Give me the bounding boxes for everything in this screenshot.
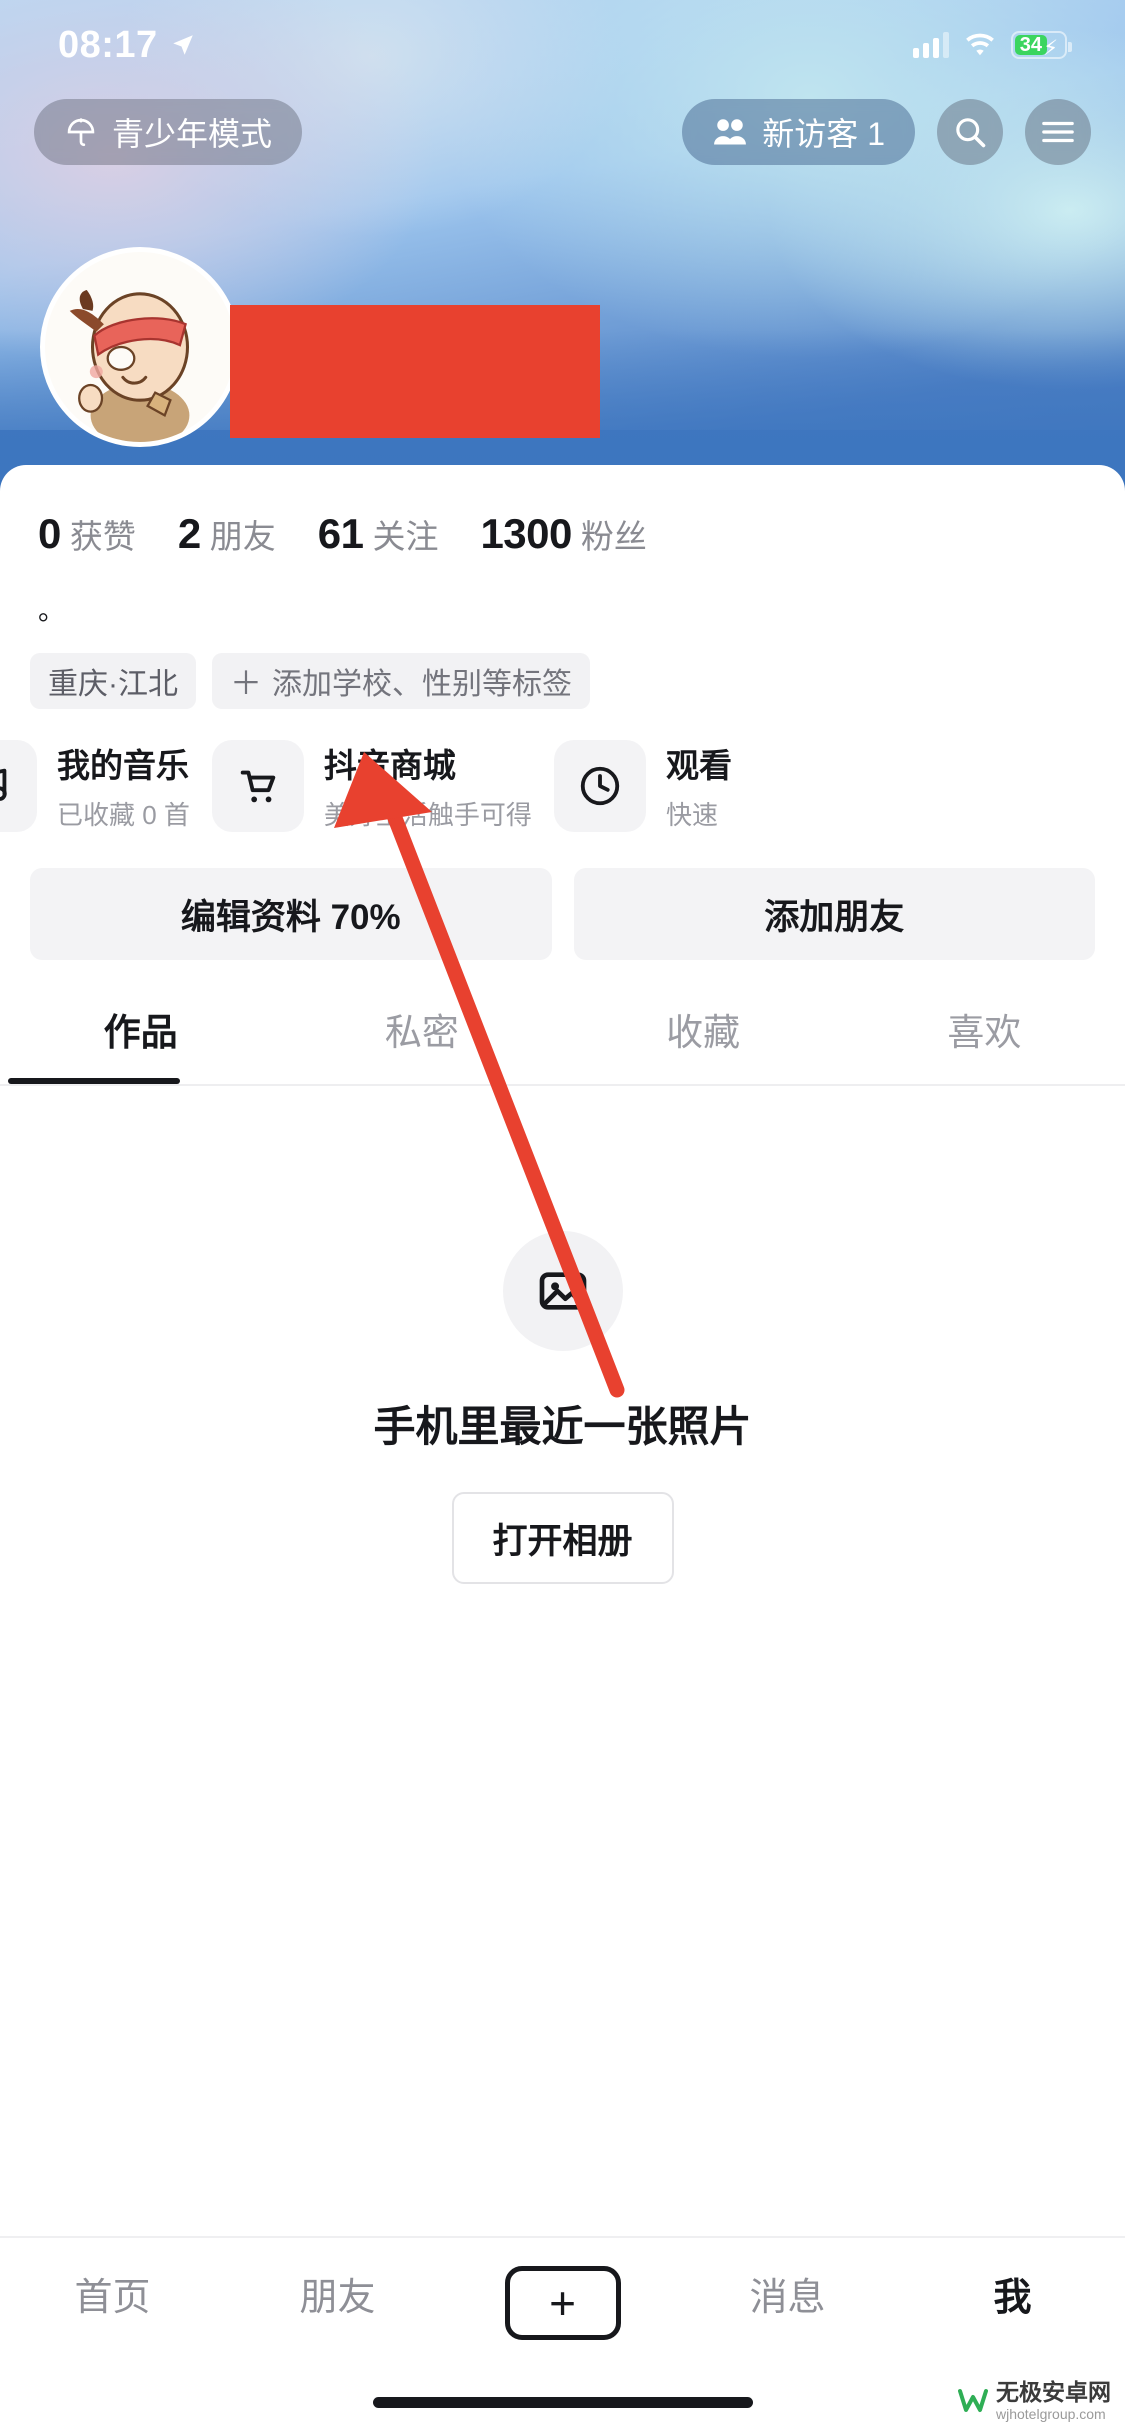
user-avatar-cartoon [45, 252, 235, 442]
stat-following-value: 61 [317, 510, 364, 557]
two-people-icon [714, 119, 747, 145]
stat-friends-value: 2 [177, 510, 201, 557]
stat-friends-label: 朋友 [209, 518, 276, 555]
teen-mode-button[interactable]: 青少年模式 [34, 99, 303, 165]
cellular-bars-icon [913, 32, 949, 58]
nav-item-create[interactable]: + [450, 2266, 675, 2340]
nav-item-home[interactable]: 首页 [0, 2266, 225, 2321]
empty-state-title: 手机里最近一张照片 [373, 1403, 752, 1450]
stat-likes[interactable]: 0 获赞 [38, 510, 136, 558]
watermark-logo-icon [958, 2388, 988, 2412]
shopping-cart-icon [211, 739, 304, 832]
status-bar: 08:17 34 ⚡ [0, 0, 1125, 90]
new-visitor-button[interactable]: 新访客 1 [682, 99, 915, 165]
profile-content-sheet: 0 获赞 2 朋友 61 关注 1300 粉丝 。 重庆·江北 ＋ 添加学校、性… [0, 465, 1125, 2436]
clock-icon [553, 739, 646, 832]
nav-item-messages[interactable]: 消息 [675, 2266, 900, 2321]
top-action-bar: 青少年模式 新访客 1 [0, 96, 1125, 168]
stat-likes-label: 获赞 [69, 518, 136, 555]
status-time: 08:17 [58, 23, 158, 66]
username-redacted-block [230, 305, 600, 438]
hamburger-menu-icon [1042, 121, 1074, 143]
new-visitor-label: 新访客 1 [762, 116, 885, 152]
watermark-site-name: 无极安卓网 [996, 2379, 1111, 2406]
card-watch-history[interactable]: 观看 快速 [553, 739, 732, 832]
content-tabs: 作品 私密 收藏 喜欢 [0, 1002, 1125, 1084]
tag-location-label: 重庆·江北 [48, 668, 178, 701]
tag-location[interactable]: 重庆·江北 [30, 653, 196, 709]
card-douyin-mall-title: 抖音商城 [323, 747, 456, 784]
music-note-icon [0, 739, 37, 832]
watermark-site-url: wjhotelgroup.com [996, 2405, 1106, 2422]
active-tab-underline [8, 1078, 180, 1084]
tab-private[interactable]: 私密 [281, 1002, 562, 1084]
profile-stats-row: 0 获赞 2 朋友 61 关注 1300 粉丝 [0, 465, 1125, 558]
profile-tags-row: 重庆·江北 ＋ 添加学校、性别等标签 [0, 625, 1125, 709]
tab-works[interactable]: 作品 [0, 1002, 281, 1084]
card-douyin-mall[interactable]: 抖音商城 美好生活触手可得 [211, 739, 532, 832]
nav-item-friends[interactable]: 朋友 [225, 2266, 450, 2321]
stat-followers-value: 1300 [480, 510, 572, 557]
location-arrow-icon [172, 35, 193, 55]
tab-likes[interactable]: 喜欢 [844, 1002, 1125, 1084]
search-icon [956, 118, 986, 148]
tag-add-info[interactable]: ＋ 添加学校、性别等标签 [212, 653, 591, 709]
umbrella-icon [67, 118, 95, 147]
battery-icon: 34 ⚡ [1011, 31, 1072, 60]
teen-mode-label: 青少年模式 [112, 116, 273, 152]
open-album-button[interactable]: 打开相册 [451, 1492, 674, 1584]
stat-friends[interactable]: 2 朋友 [178, 510, 276, 558]
photo-image-icon [502, 1231, 623, 1351]
feature-cards-row[interactable]: 我的音乐 已收藏 0 首 抖音商城 美好生活触手可得 观看 快速 [0, 709, 1125, 832]
edit-profile-button[interactable]: 编辑资料 70% [30, 868, 552, 960]
stat-following-label: 关注 [372, 518, 439, 555]
status-bar-left: 08:17 [58, 24, 196, 67]
empty-state: 手机里最近一张照片 打开相册 [0, 1086, 1125, 1584]
add-friend-button[interactable]: 添加朋友 [573, 868, 1095, 960]
home-indicator [372, 2397, 753, 2408]
charging-bolt-icon: ⚡ [1043, 37, 1058, 60]
card-douyin-mall-subtitle: 美好生活触手可得 [323, 800, 532, 830]
search-button[interactable] [937, 99, 1003, 165]
plus-create-icon: + [504, 2266, 621, 2340]
card-watch-history-subtitle: 快速 [665, 800, 718, 830]
tab-favorites[interactable]: 收藏 [563, 1002, 844, 1084]
menu-button[interactable] [1025, 99, 1091, 165]
wifi-icon [966, 33, 994, 56]
card-my-music[interactable]: 我的音乐 已收藏 0 首 [0, 739, 190, 832]
stat-followers-label: 粉丝 [580, 518, 647, 555]
status-bar-right: 34 ⚡ [913, 31, 1072, 60]
tag-add-info-label: 添加学校、性别等标签 [272, 668, 573, 701]
battery-level-text: 34 [1015, 34, 1047, 56]
nav-item-me[interactable]: 我 [900, 2266, 1125, 2321]
card-watch-history-title: 观看 [665, 747, 732, 784]
site-watermark: 无极安卓网 wjhotelgroup.com [958, 2379, 1111, 2422]
avatar[interactable] [40, 247, 240, 447]
plus-icon: ＋ [230, 665, 263, 701]
stat-followers[interactable]: 1300 粉丝 [480, 510, 646, 558]
stat-likes-value: 0 [38, 510, 61, 557]
stat-following[interactable]: 61 关注 [318, 510, 439, 558]
card-my-music-title: 我的音乐 [57, 747, 189, 784]
profile-bio[interactable]: 。 [0, 558, 1125, 625]
card-my-music-subtitle: 已收藏 0 首 [57, 800, 190, 830]
profile-action-buttons: 编辑资料 70% 添加朋友 [0, 832, 1125, 960]
